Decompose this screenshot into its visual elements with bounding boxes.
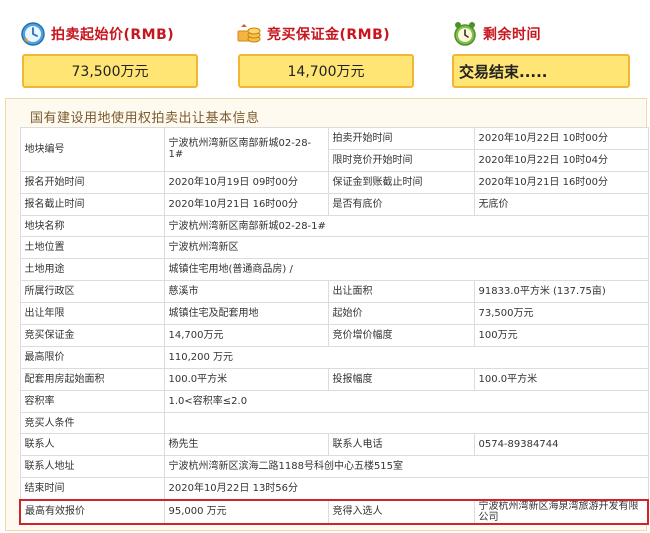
remaining-time-card: 剩余时间 交易结束.....: [452, 0, 650, 98]
field-value: 无底价: [473, 192, 649, 216]
field-label: 联系人地址: [19, 455, 165, 479]
field-label: 所属行政区: [19, 280, 165, 304]
field-value: 2020年10月22日 10时00分: [473, 127, 649, 150]
field-value: 2020年10月21日 16时00分: [163, 192, 329, 216]
field-value: 宁波杭州湾新区: [163, 236, 649, 260]
field-label: 结束时间: [19, 477, 165, 501]
field-label: 地块名称: [19, 214, 165, 238]
field-value: [163, 411, 649, 435]
field-value: 城镇住宅用地(普通商品房) /: [163, 258, 649, 282]
field-label: 土地用途: [19, 258, 165, 282]
field-value: 慈溪市: [163, 280, 329, 304]
field-label: 土地位置: [19, 236, 165, 260]
field-value: 95,000 万元: [163, 498, 329, 525]
auction-summary: 拍卖起始价(RMB) 73,500万元 竞买保证金(RMB) 14,700万元 …: [0, 0, 650, 98]
table-row: 配套用房起始面积 100.0平方米 投报幅度 100.0平方米: [19, 367, 649, 391]
field-value: 73,500万元: [473, 302, 649, 326]
land-info-section: 国有建设用地使用权拍卖出让基本信息 地块编号 宁波杭州湾新区南部新城02-28-…: [5, 98, 649, 531]
field-label: 竞买保证金: [19, 324, 165, 347]
table-row: 容积率 1.0<容积率≤2.0: [19, 389, 649, 413]
field-value: 100.0平方米: [163, 367, 329, 391]
field-value: 城镇住宅及配套用地: [163, 302, 329, 326]
field-label: 报名截止时间: [19, 192, 165, 216]
field-value: 91833.0平方米 (137.75亩): [473, 280, 649, 304]
field-label: 投报幅度: [327, 367, 475, 391]
field-label: 配套用房起始面积: [19, 367, 165, 391]
field-label: 竞买人条件: [19, 411, 165, 435]
section-title: 国有建设用地使用权拍卖出让基本信息: [30, 111, 260, 126]
table-row: 报名开始时间 2020年10月19日 09时00分 保证金到账截止时间 2020…: [19, 170, 649, 194]
field-value: 2020年10月22日 10时04分: [473, 148, 649, 172]
table-row: 联系人 杨先生 联系人电话 0574-89384744: [19, 433, 649, 457]
field-label: 联系人电话: [327, 433, 475, 457]
alarm-clock-icon: [452, 21, 478, 47]
field-label: 竞价增价幅度: [327, 324, 475, 347]
remaining-time-label: 剩余时间: [483, 27, 541, 43]
field-label: 限时竞价开始时间: [327, 148, 475, 172]
field-label: 地块编号: [19, 127, 165, 172]
deposit-card: 竞买保证金(RMB) 14,700万元: [236, 0, 441, 98]
table-row: 最高限价 110,200 万元: [19, 345, 649, 369]
start-price-label: 拍卖起始价(RMB): [51, 27, 175, 43]
start-price-value: 73,500万元: [22, 54, 198, 88]
field-label: 竞得入选人: [327, 498, 475, 525]
field-value: 100.0平方米: [473, 367, 649, 391]
remaining-time-value: 交易结束.....: [452, 54, 630, 88]
field-label: 最高有效报价: [19, 498, 165, 525]
field-value: 1.0<容积率≤2.0: [163, 389, 649, 413]
field-value: 宁波杭州湾新区滨海二路1188号科创中心五楼515室: [163, 455, 649, 479]
land-info-table: 地块编号 宁波杭州湾新区南部新城02-28-1# 拍卖开始时间 2020年10月…: [19, 127, 649, 525]
field-value: 2020年10月22日 13时56分: [163, 477, 649, 501]
table-row: 土地位置 宁波杭州湾新区: [19, 236, 649, 260]
deposit-label: 竞买保证金(RMB): [267, 27, 391, 43]
winning-bid-row: 最高有效报价 95,000 万元 竞得入选人 宁波杭州湾新区海泉湾旅游开发有限公…: [19, 498, 649, 525]
field-label: 出让面积: [327, 280, 475, 304]
table-row: 所属行政区 慈溪市 出让面积 91833.0平方米 (137.75亩): [19, 280, 649, 304]
field-label: 最高限价: [19, 345, 165, 369]
field-label: 报名开始时间: [19, 170, 165, 194]
clock-icon: [20, 21, 46, 47]
table-row: 联系人地址 宁波杭州湾新区滨海二路1188号科创中心五楼515室: [19, 455, 649, 479]
field-value: 100万元: [473, 324, 649, 347]
table-row: 报名截止时间 2020年10月21日 16时00分 是否有底价 无底价: [19, 192, 649, 216]
field-value: 14,700万元: [163, 324, 329, 347]
start-price-card: 拍卖起始价(RMB) 73,500万元: [20, 0, 225, 98]
table-row: 地块编号 宁波杭州湾新区南部新城02-28-1# 拍卖开始时间 2020年10月…: [19, 127, 649, 172]
field-label: 保证金到账截止时间: [327, 170, 475, 194]
field-value: 宁波杭州湾新区南部新城02-28-1#: [163, 127, 329, 172]
field-value: 2020年10月21日 16时00分: [473, 170, 649, 194]
field-value: 宁波杭州湾新区南部新城02-28-1#: [163, 214, 649, 238]
field-label: 是否有底价: [327, 192, 475, 216]
field-value: 2020年10月19日 09时00分: [163, 170, 329, 194]
field-label: 容积率: [19, 389, 165, 413]
field-value: 110,200 万元: [163, 345, 649, 369]
table-row: 结束时间 2020年10月22日 13时56分: [19, 477, 649, 501]
table-row: 竞买保证金 14,700万元 竞价增价幅度 100万元: [19, 324, 649, 347]
field-label: 联系人: [19, 433, 165, 457]
field-label: 出让年限: [19, 302, 165, 326]
field-value: 0574-89384744: [473, 433, 649, 457]
table-row: 竞买人条件: [19, 411, 649, 435]
table-row: 出让年限 城镇住宅及配套用地 起始价 73,500万元: [19, 302, 649, 326]
deposit-value: 14,700万元: [238, 54, 414, 88]
field-value: 杨先生: [163, 433, 329, 457]
field-value: 宁波杭州湾新区海泉湾旅游开发有限公司: [473, 498, 649, 525]
coins-icon: [236, 21, 262, 47]
table-row: 土地用途 城镇住宅用地(普通商品房) /: [19, 258, 649, 282]
table-row: 地块名称 宁波杭州湾新区南部新城02-28-1#: [19, 214, 649, 238]
field-label: 起始价: [327, 302, 475, 326]
field-label: 拍卖开始时间: [327, 127, 475, 150]
